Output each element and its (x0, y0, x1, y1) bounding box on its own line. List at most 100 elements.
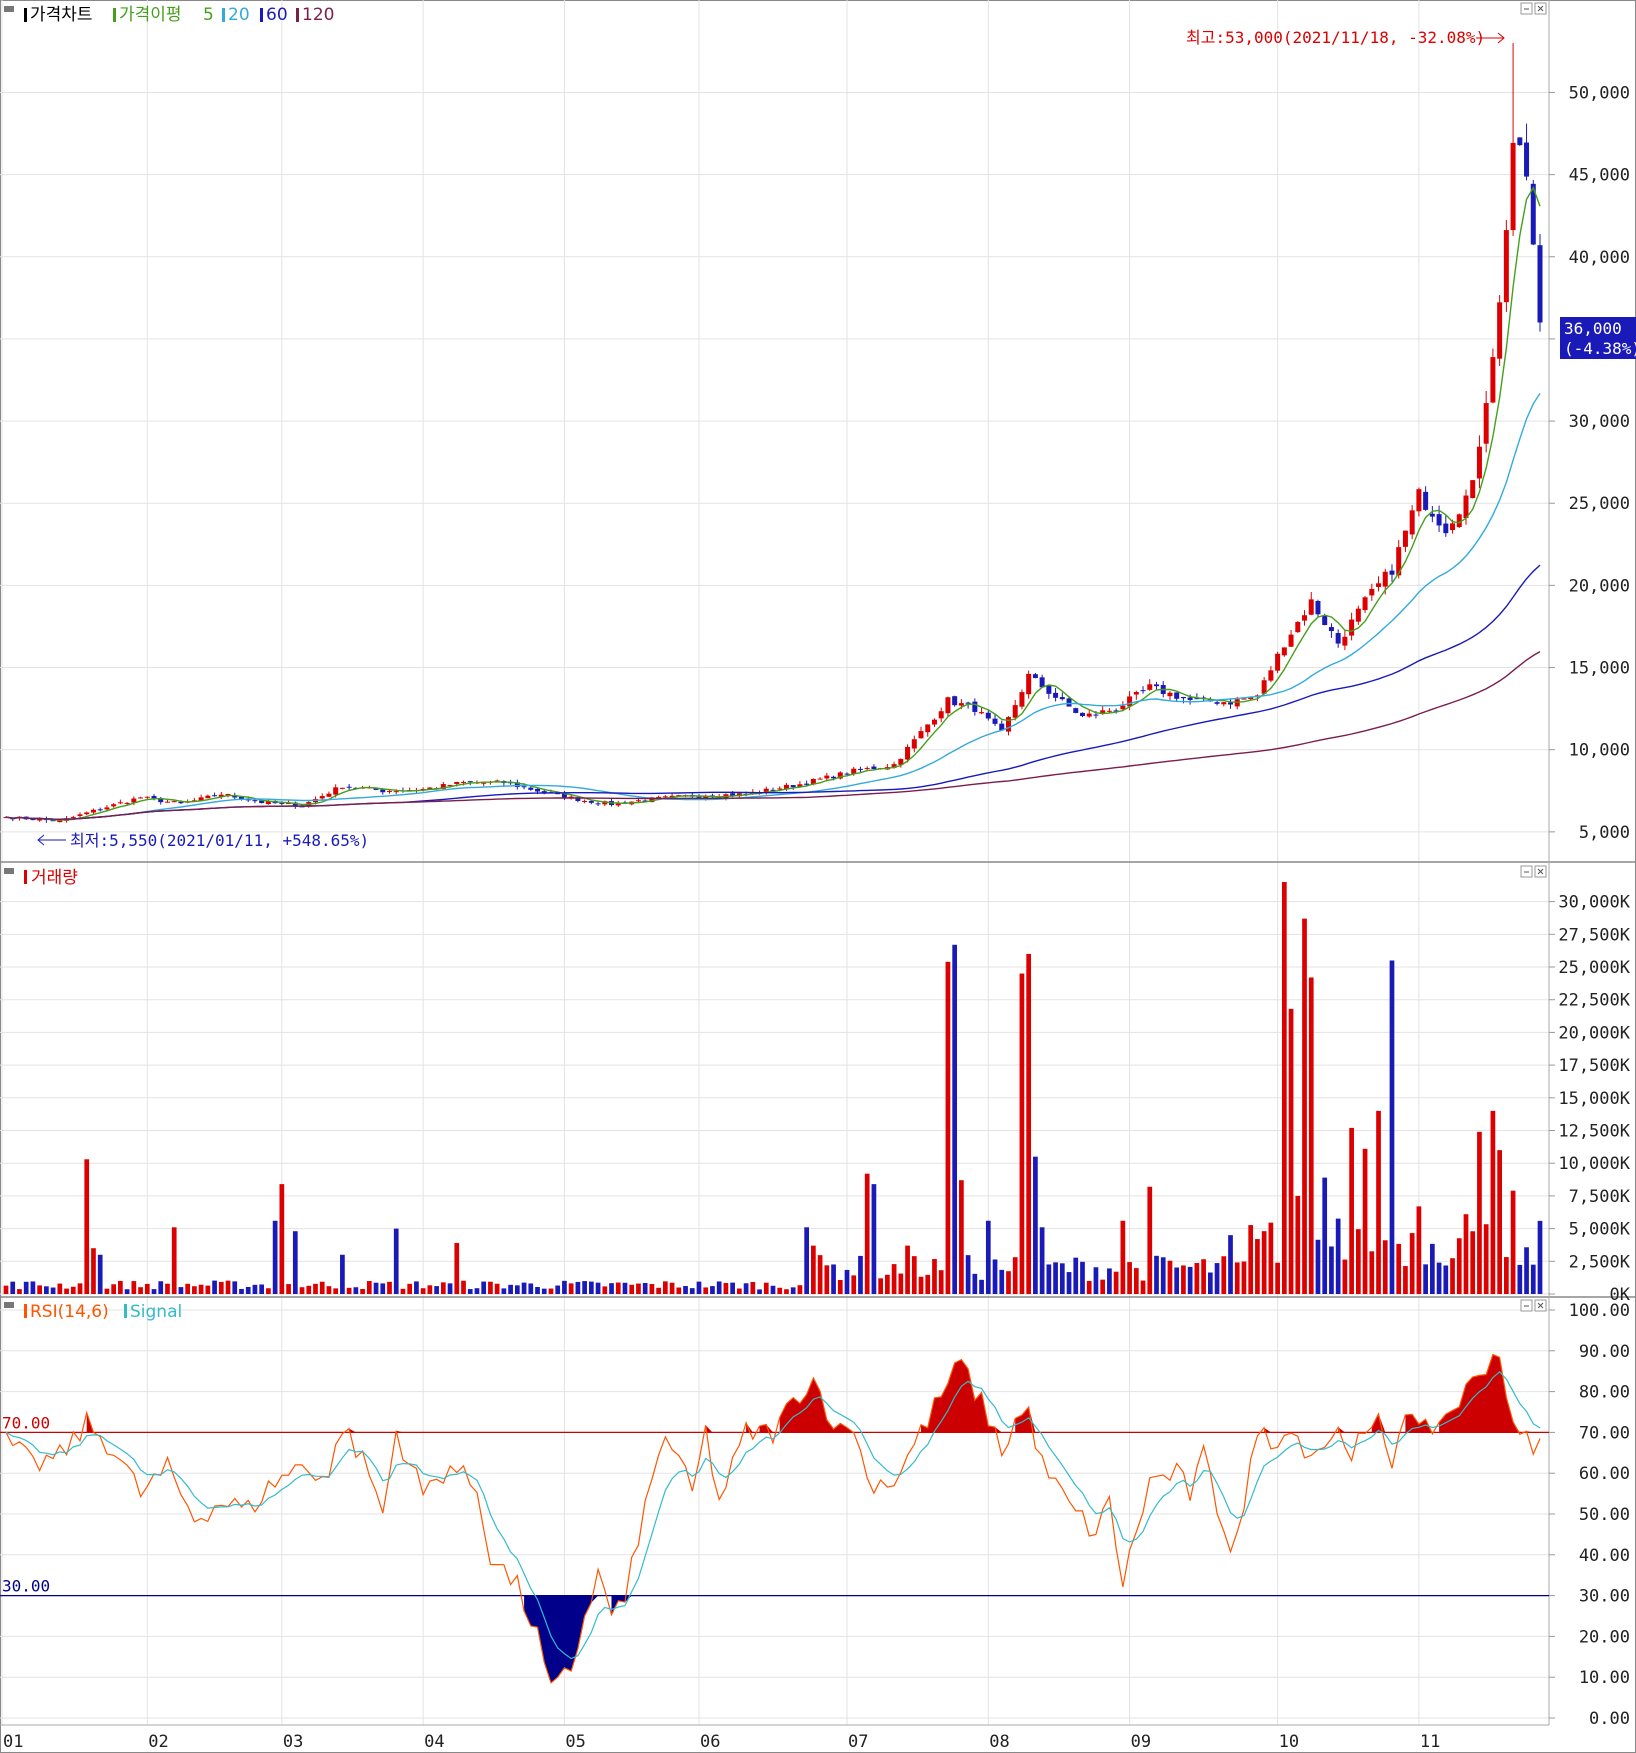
volume-bar (703, 1287, 709, 1294)
candle-body (90, 809, 96, 813)
candle-body (945, 697, 951, 714)
rsi-tick-label: 20.00 (1579, 1627, 1630, 1647)
rsi-tick-label: 0.00 (1589, 1709, 1630, 1729)
volume-bar (844, 1269, 850, 1294)
volume-tick-label: 22,500K (1558, 991, 1630, 1011)
volume-bar (97, 1254, 103, 1294)
candle-body (1086, 713, 1092, 717)
volume-bar (763, 1282, 769, 1294)
volume-bar (198, 1284, 204, 1294)
candle-body (212, 795, 218, 797)
volume-bar (319, 1281, 325, 1294)
volume-bar (1355, 1229, 1361, 1294)
volume-bar (662, 1281, 668, 1294)
volume-bar (1376, 1110, 1381, 1294)
candle-body (1376, 583, 1382, 587)
volume-bar (1073, 1257, 1079, 1294)
volume-bar (737, 1288, 742, 1294)
x-tick-label: 03 (283, 1732, 303, 1752)
volume-bar (1281, 882, 1287, 1294)
panel-menu-icon[interactable] (4, 1302, 14, 1308)
candle-body (461, 781, 467, 783)
volume-bar (440, 1282, 446, 1294)
volume-bar (205, 1285, 211, 1294)
candle-body (931, 719, 937, 725)
volume-bar (313, 1283, 318, 1294)
volume-bar (649, 1284, 655, 1294)
panel-menu-icon[interactable] (4, 6, 14, 12)
volume-bar (555, 1285, 561, 1294)
high-annotation: 최고:53,000(2021/11/18, -32.08%) (1186, 28, 1485, 47)
candle-body (662, 796, 668, 798)
volume-bar (461, 1280, 466, 1294)
volume-bar (938, 1270, 944, 1294)
candle-body (1436, 514, 1442, 526)
price-tick-label: 30,000 (1569, 412, 1630, 432)
candle-body (339, 787, 345, 789)
volume-bar (77, 1283, 83, 1294)
legend-rsi: RSI(14,6) (30, 1302, 109, 1322)
volume-bar (824, 1265, 830, 1294)
candle-body (1127, 696, 1133, 707)
rsi-tick-label: 100.00 (1569, 1301, 1630, 1321)
volume-bar (393, 1228, 399, 1294)
candle-body (1120, 705, 1126, 710)
last-change: (-4.38%) (1564, 339, 1636, 358)
candle-body (1328, 627, 1334, 632)
volume-bar (918, 1276, 924, 1294)
rsi-tick-label: 70.00 (1579, 1423, 1630, 1443)
candle-body (1490, 357, 1496, 403)
volume-bar (1187, 1266, 1193, 1294)
price-tick-label: 10,000 (1569, 741, 1630, 761)
volume-bar (488, 1281, 493, 1294)
volume-bar (407, 1283, 413, 1294)
volume-tick-label: 5,000K (1569, 1220, 1631, 1240)
candle-body (144, 796, 150, 798)
volume-bar (252, 1284, 258, 1294)
volume-bar (743, 1283, 749, 1294)
candle-body (1476, 446, 1482, 479)
ma20-swatch (222, 8, 225, 22)
volume-bar (891, 1264, 897, 1294)
price-tick-label: 20,000 (1569, 576, 1630, 596)
legend-ma120: 120 (302, 5, 334, 25)
candle-body (1402, 530, 1408, 547)
volume-bar (192, 1286, 197, 1294)
volume-bar (1127, 1262, 1132, 1294)
volume-bar (1436, 1262, 1442, 1294)
panel-menu-icon[interactable] (4, 868, 14, 874)
volume-bar (1416, 1206, 1422, 1294)
candle-body (696, 796, 702, 798)
candle-body (1409, 510, 1415, 535)
volume-bar (1517, 1264, 1523, 1294)
volume-bar (1154, 1255, 1159, 1294)
volume-bar (757, 1289, 762, 1294)
candle-body (595, 803, 601, 805)
volume-bar (454, 1242, 460, 1294)
volume-bar (10, 1281, 16, 1294)
candle-body (588, 800, 594, 803)
candle-body (1450, 523, 1456, 531)
candle-body (1355, 608, 1361, 622)
ma60-swatch (260, 8, 263, 22)
volume-bar (178, 1287, 184, 1294)
volume-bar (333, 1288, 339, 1294)
candle-body (1537, 245, 1543, 323)
candle-body (985, 712, 991, 719)
volume-bar (387, 1281, 392, 1294)
volume-bar (804, 1227, 809, 1294)
volume-bar (831, 1264, 836, 1294)
rsi-tick-label: 10.00 (1579, 1668, 1630, 1688)
signal-swatch (124, 1304, 127, 1318)
candle-body (1389, 570, 1395, 575)
volume-bar (1234, 1262, 1240, 1294)
volume-bar (1160, 1257, 1166, 1294)
candle-body (972, 701, 978, 712)
volume-bar (669, 1282, 675, 1294)
volume-bar (1477, 1131, 1482, 1294)
volume-bar (575, 1281, 581, 1294)
volume-bar (481, 1281, 487, 1294)
volume-bar (131, 1281, 137, 1294)
volume-bar (340, 1254, 345, 1294)
price-tick-label: 15,000 (1569, 659, 1630, 679)
